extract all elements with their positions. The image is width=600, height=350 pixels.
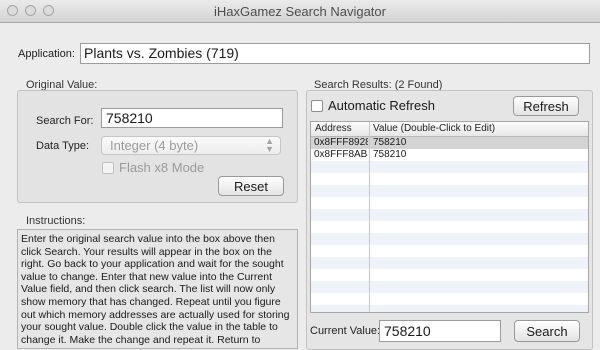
- empty-row: [311, 269, 588, 281]
- empty-row: [311, 173, 588, 185]
- empty-row: [311, 221, 588, 233]
- automatic-refresh-label: Automatic Refresh: [328, 98, 435, 113]
- column-divider: [369, 122, 370, 312]
- empty-row: [311, 245, 588, 257]
- column-header-address[interactable]: Address: [315, 123, 352, 134]
- empty-row: [311, 233, 588, 245]
- value-cell[interactable]: 758210: [373, 149, 406, 161]
- results-table-header: Address Value (Double-Click to Edit): [311, 122, 588, 137]
- instructions-text: Enter the original search value into the…: [17, 229, 298, 349]
- current-value-input[interactable]: 758210: [379, 320, 501, 342]
- value-cell[interactable]: 758210: [373, 137, 406, 149]
- search-button[interactable]: Search: [514, 320, 580, 342]
- application-field[interactable]: Plants vs. Zombies (719): [80, 43, 590, 64]
- empty-row: [311, 305, 588, 312]
- refresh-button[interactable]: Refresh: [513, 96, 579, 116]
- empty-row: [311, 185, 588, 197]
- empty-row: [311, 293, 588, 305]
- results-table: Address Value (Double-Click to Edit) 0x8…: [310, 121, 589, 313]
- instructions-label: Instructions:: [26, 215, 86, 227]
- data-type-value: Integer (4 byte): [110, 138, 199, 153]
- reset-button[interactable]: Reset: [218, 176, 284, 196]
- search-for-input[interactable]: 758210: [101, 108, 283, 128]
- empty-row: [311, 161, 588, 173]
- window-title: iHaxGamez Search Navigator: [214, 4, 386, 19]
- updown-arrows-icon: ▲ ▼: [265, 136, 274, 154]
- data-type-label: Data Type:: [36, 140, 89, 152]
- automatic-refresh-checkbox[interactable]: [311, 100, 323, 112]
- current-value-label: Current Value:: [310, 325, 381, 337]
- address-cell: 0x8FFF8AB8: [314, 149, 368, 160]
- address-cell: 0x8FFF8928: [314, 137, 368, 148]
- column-header-value[interactable]: Value (Double-Click to Edit): [373, 123, 495, 134]
- flash-x8-label: Flash x8 Mode: [119, 160, 205, 175]
- table-row[interactable]: 0x8FFF8928 758210: [311, 137, 588, 149]
- window-titlebar: iHaxGamez Search Navigator: [0, 0, 600, 23]
- table-row[interactable]: 0x8FFF8AB8 758210: [311, 149, 588, 161]
- application-label: Application:: [18, 48, 75, 60]
- search-for-label: Search For:: [36, 115, 94, 127]
- empty-row: [311, 209, 588, 221]
- empty-row: [311, 257, 588, 269]
- data-type-select[interactable]: Integer (4 byte) ▲ ▼: [101, 136, 281, 155]
- empty-row: [311, 197, 588, 209]
- original-value-group: Search For: 758210 Data Type: Integer (4…: [17, 90, 298, 203]
- empty-row: [311, 281, 588, 293]
- flash-x8-checkbox[interactable]: [102, 162, 114, 174]
